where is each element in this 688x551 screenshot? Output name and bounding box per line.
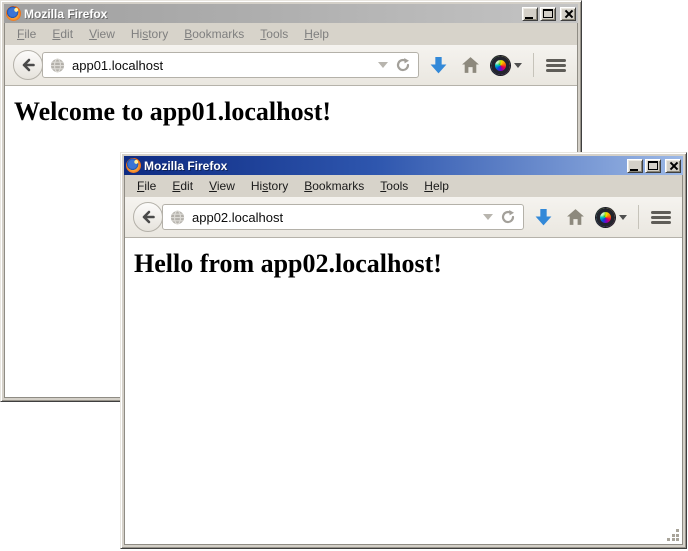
menu-item-help[interactable]: Help: [416, 177, 457, 195]
url-text: app01.localhost: [72, 58, 371, 73]
urlbar-dropdown-icon[interactable]: [378, 62, 388, 68]
download-arrow-icon: [429, 56, 448, 75]
firefox-icon[interactable]: [126, 158, 141, 173]
back-button[interactable]: [133, 202, 163, 232]
back-arrow-icon: [140, 209, 156, 225]
url-text: app02.localhost: [192, 210, 476, 225]
menu-item-history[interactable]: History: [243, 177, 296, 195]
resize-grip[interactable]: [667, 529, 679, 541]
download-button[interactable]: [530, 202, 556, 232]
page-heading: Hello from app02.localhost!: [134, 249, 682, 279]
reload-icon[interactable]: [500, 209, 516, 225]
window-controls: [522, 7, 576, 21]
close-button[interactable]: [665, 159, 681, 173]
hamburger-icon: [651, 211, 671, 224]
page-content: Hello from app02.localhost!: [125, 238, 682, 544]
hamburger-icon: [546, 59, 566, 72]
browser-window-app02[interactable]: Mozilla Firefox FileEditViewHistoryBookm…: [120, 152, 687, 549]
extension-button[interactable]: [489, 50, 524, 80]
menu-item-tools[interactable]: Tools: [372, 177, 416, 195]
window-controls: [627, 159, 681, 173]
toolbar-separator: [533, 53, 534, 77]
url-bar[interactable]: app02.localhost: [162, 204, 524, 230]
menu-item-history[interactable]: History: [123, 25, 176, 43]
menu-bar: FileEditViewHistoryBookmarksToolsHelp: [125, 175, 682, 197]
home-icon: [566, 208, 585, 226]
back-arrow-icon: [20, 57, 36, 73]
chevron-down-icon: [514, 63, 522, 68]
menu-item-file[interactable]: File: [129, 177, 164, 195]
navigation-toolbar: app01.localhost: [5, 45, 577, 86]
menu-item-file[interactable]: File: [9, 25, 44, 43]
color-wheel-icon: [491, 56, 510, 75]
minimize-button[interactable]: [522, 7, 538, 21]
titlebar[interactable]: Mozilla Firefox: [4, 4, 578, 23]
page-heading: Welcome to app01.localhost!: [14, 97, 577, 127]
menu-item-view[interactable]: View: [81, 25, 123, 43]
download-button[interactable]: [425, 50, 451, 80]
menu-bar: FileEditViewHistoryBookmarksToolsHelp: [5, 23, 577, 45]
back-button[interactable]: [13, 50, 43, 80]
download-arrow-icon: [534, 208, 553, 227]
toolbar-separator: [638, 205, 639, 229]
maximize-button[interactable]: [645, 159, 661, 173]
window-title: Mozilla Firefox: [24, 7, 519, 21]
firefox-icon[interactable]: [6, 6, 21, 21]
urlbar-dropdown-icon[interactable]: [483, 214, 493, 220]
globe-icon[interactable]: [50, 58, 65, 73]
home-button[interactable]: [562, 202, 588, 232]
menu-item-edit[interactable]: Edit: [164, 177, 201, 195]
menu-item-help[interactable]: Help: [296, 25, 337, 43]
menu-item-view[interactable]: View: [201, 177, 243, 195]
maximize-button[interactable]: [540, 7, 556, 21]
extension-button[interactable]: [594, 202, 629, 232]
window-title: Mozilla Firefox: [144, 159, 624, 173]
menu-item-edit[interactable]: Edit: [44, 25, 81, 43]
app-menu-button[interactable]: [543, 50, 569, 80]
color-wheel-icon: [596, 208, 615, 227]
menu-item-tools[interactable]: Tools: [252, 25, 296, 43]
home-button[interactable]: [457, 50, 483, 80]
browser-chrome: FileEditViewHistoryBookmarksToolsHelp ap…: [124, 175, 683, 545]
chevron-down-icon: [619, 215, 627, 220]
menu-item-bookmarks[interactable]: Bookmarks: [296, 177, 372, 195]
minimize-button[interactable]: [627, 159, 643, 173]
url-bar[interactable]: app01.localhost: [42, 52, 419, 78]
titlebar[interactable]: Mozilla Firefox: [124, 156, 683, 175]
home-icon: [461, 56, 480, 74]
globe-icon[interactable]: [170, 210, 185, 225]
close-button[interactable]: [560, 7, 576, 21]
app-menu-button[interactable]: [648, 202, 674, 232]
menu-item-bookmarks[interactable]: Bookmarks: [176, 25, 252, 43]
navigation-toolbar: app02.localhost: [125, 197, 682, 238]
reload-icon[interactable]: [395, 57, 411, 73]
